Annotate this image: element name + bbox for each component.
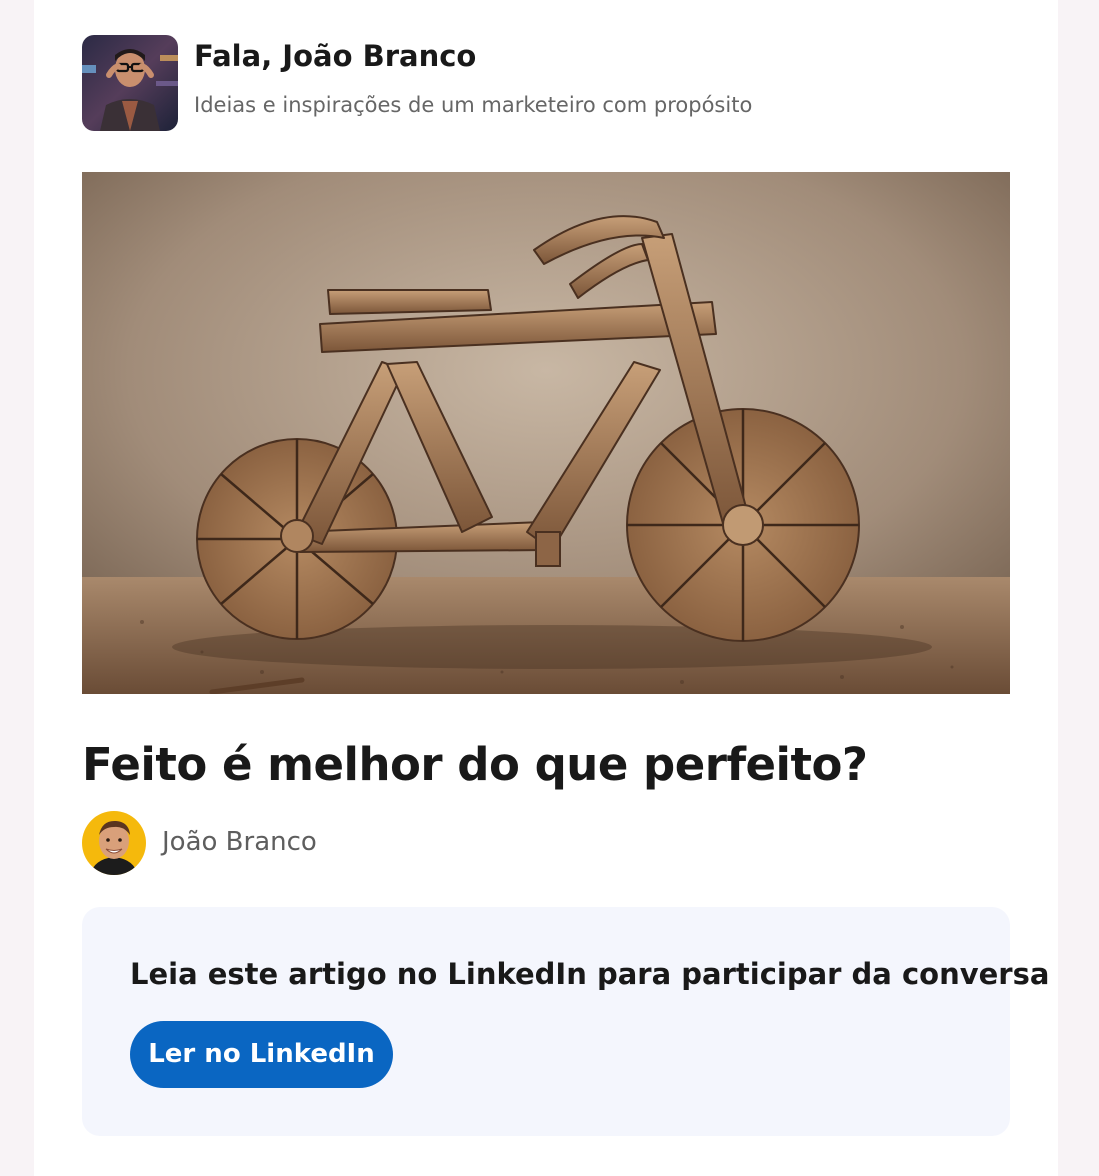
newsletter-subtitle: Ideias e inspirações de um marketeiro co…	[194, 93, 753, 117]
article-title[interactable]: Feito é melhor do que perfeito?	[82, 738, 868, 791]
linkedin-cta-card: Leia este artigo no LinkedIn para partic…	[82, 907, 1049, 1136]
newsletter-header: Fala, João Branco Ideias e inspirações d…	[82, 35, 982, 131]
newsletter-logo[interactable]	[82, 35, 178, 131]
newsletter-page: Fala, João Branco Ideias e inspirações d…	[34, 0, 1058, 1176]
article-cover-image	[82, 172, 1010, 694]
author-name[interactable]: João Branco	[162, 827, 317, 857]
newsletter-title[interactable]: Fala, João Branco	[194, 39, 476, 73]
author-avatar[interactable]	[82, 811, 146, 875]
cta-message: Leia este artigo no LinkedIn para partic…	[130, 957, 1050, 991]
read-on-linkedin-button[interactable]: Ler no LinkedIn	[130, 1021, 393, 1088]
